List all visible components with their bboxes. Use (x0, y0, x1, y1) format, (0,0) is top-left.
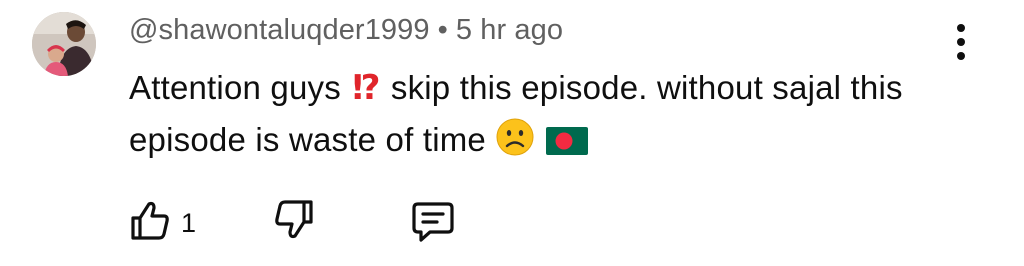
bangladesh-flag-icon (545, 120, 589, 172)
reply-button[interactable] (410, 198, 456, 249)
comment-text: Attention guys ⁉ skip this episode. with… (129, 62, 969, 172)
comment-header: @shawontaluqder1999 • 5 hr ago (129, 14, 563, 47)
comment-thread-item: @shawontaluqder1999 • 5 hr ago Attention g… (0, 0, 1024, 266)
more-options-button[interactable] (946, 20, 976, 64)
timestamp[interactable]: 5 hr ago (456, 14, 563, 46)
frowning-face-icon (495, 117, 535, 172)
more-vertical-icon (957, 24, 965, 60)
meta-separator: • (437, 14, 448, 46)
like-count: 1 (181, 208, 197, 238)
author-name[interactable]: @shawontaluqder1999 (129, 14, 430, 46)
comment-text-part1: Attention guys (129, 69, 341, 106)
comment-icon (412, 202, 454, 242)
dislike-button[interactable] (272, 198, 316, 247)
thumbs-up-icon (131, 201, 169, 240)
exclamation-question-emoji: ⁉ (352, 69, 380, 107)
like-button[interactable] (128, 198, 172, 247)
thumbs-down-icon (275, 200, 313, 239)
avatar[interactable] (32, 12, 96, 76)
avatar-image (32, 12, 96, 76)
